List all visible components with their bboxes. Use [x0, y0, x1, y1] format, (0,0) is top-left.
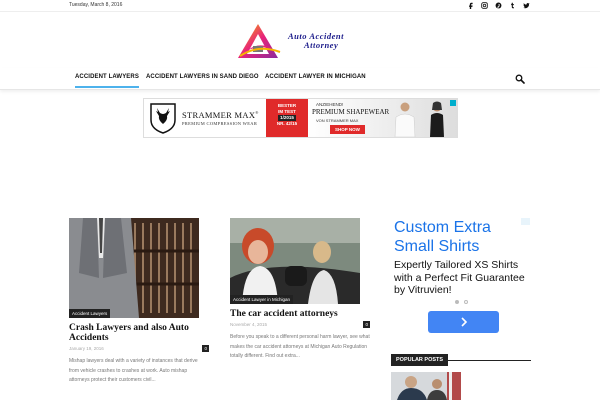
post-excerpt: Before you speak to a different personal… [230, 334, 370, 359]
pinterest-icon[interactable] [495, 1, 502, 9]
banner-ad[interactable]: STRAMMER MAX® PREMIUM COMPRESSION WEAR B… [143, 98, 458, 138]
ad-test-badge: BESTER IM TEST 1/2015 NR. 42/15 [266, 99, 308, 137]
badge-line-3: NR. 42/15 [276, 120, 298, 126]
ad-copy: Expertly Tailored XS Shirts with a Perfe… [394, 259, 525, 296]
post-image [69, 218, 199, 318]
instagram-icon[interactable] [481, 1, 488, 9]
ad-headline[interactable]: Custom Extra Small Shirts [394, 218, 531, 256]
ad-brand-panel: STRAMMER MAX® PREMIUM COMPRESSION WEAR [144, 99, 266, 137]
nav-item-accident-lawyers[interactable]: Accident Lawyers [75, 74, 139, 88]
ad-pretitle: ANZIEHEND! [316, 102, 344, 107]
post-category-badge[interactable]: Accident Lawyer in Michigan [230, 295, 294, 304]
popular-post-thumbnail[interactable] [391, 372, 461, 400]
post-excerpt: Mishap lawyers deal with a variety of in… [69, 358, 198, 383]
carousel-dots [455, 300, 468, 304]
facebook-icon[interactable] [467, 1, 474, 9]
ad-registered-mark: ® [255, 110, 259, 116]
top-bar: Tuesday, March 8, 2016 [0, 0, 600, 12]
carousel-dot[interactable] [464, 300, 468, 304]
post-card: Accident Lawyers Crash Lawyers and also … [69, 218, 209, 386]
post-meta: January 19, 2016 0 [69, 345, 209, 354]
badge-line-2: IM TEST [278, 108, 296, 114]
popular-post-image [391, 372, 461, 400]
popular-posts-label: Popular Posts [391, 354, 449, 366]
logo-line-2: Attorney [304, 40, 339, 50]
post-meta: November 4, 2015 0 [230, 321, 370, 330]
carousel-dot-active[interactable] [455, 300, 459, 304]
ad-model-image [394, 102, 416, 137]
logo-text: Auto Accident Attorney [288, 32, 344, 50]
post-date: January 19, 2016 [69, 346, 104, 351]
badge-number: 1/2015 [278, 115, 296, 121]
post-date: November 4, 2015 [230, 322, 268, 327]
ad-by-line: VON STRAMMER MAX [316, 118, 359, 123]
ad-brand-name: STRAMMER MAX® [182, 110, 259, 120]
post-thumbnail[interactable]: Accident Lawyer in Michigan [230, 218, 360, 318]
main-navigation: Accident Lawyers Accident Lawyers in San… [0, 68, 600, 90]
current-date: Tuesday, March 8, 2016 [69, 2, 123, 8]
ad-shop-now-button[interactable]: SHOP NOW [330, 125, 365, 134]
comment-count[interactable]: 0 [202, 345, 209, 352]
ad-brand-text: STRAMMER MAX [182, 110, 256, 120]
deer-shield-icon [150, 103, 176, 134]
chevron-right-icon [460, 317, 467, 327]
ad-brand-subline: PREMIUM COMPRESSION WEAR [182, 121, 258, 126]
post-title[interactable]: Crash Lawyers and also Auto Accidents [69, 323, 209, 343]
comment-count[interactable]: 0 [363, 321, 370, 328]
ad-main-title: PREMIUM SHAPEWEAR [312, 108, 390, 116]
post-image [230, 218, 360, 304]
post-category-badge[interactable]: Accident Lawyers [69, 309, 111, 318]
sidebar-ad[interactable]: Custom Extra Small Shirts Expertly Tailo… [390, 218, 531, 338]
ad-next-button[interactable] [428, 311, 499, 333]
popular-posts-header: Popular Posts [391, 348, 531, 366]
post-thumbnail[interactable]: Accident Lawyers [69, 218, 199, 318]
ad-model-image [430, 101, 444, 137]
nav-item-michigan[interactable]: Accident Lawyer in Michigan [265, 74, 366, 80]
ad-choices-icon[interactable] [450, 100, 456, 106]
social-links [467, 1, 530, 9]
nav-item-sand-diego[interactable]: Accident Lawyers in Sand Diego [146, 74, 259, 80]
ad-product-panel: ANZIEHEND! PREMIUM SHAPEWEAR VON STRAMME… [308, 99, 457, 137]
post-card: Accident Lawyer in Michigan The car acci… [230, 218, 370, 362]
tumblr-icon[interactable] [509, 1, 516, 9]
twitter-icon[interactable] [523, 1, 530, 9]
search-icon[interactable] [515, 74, 525, 84]
